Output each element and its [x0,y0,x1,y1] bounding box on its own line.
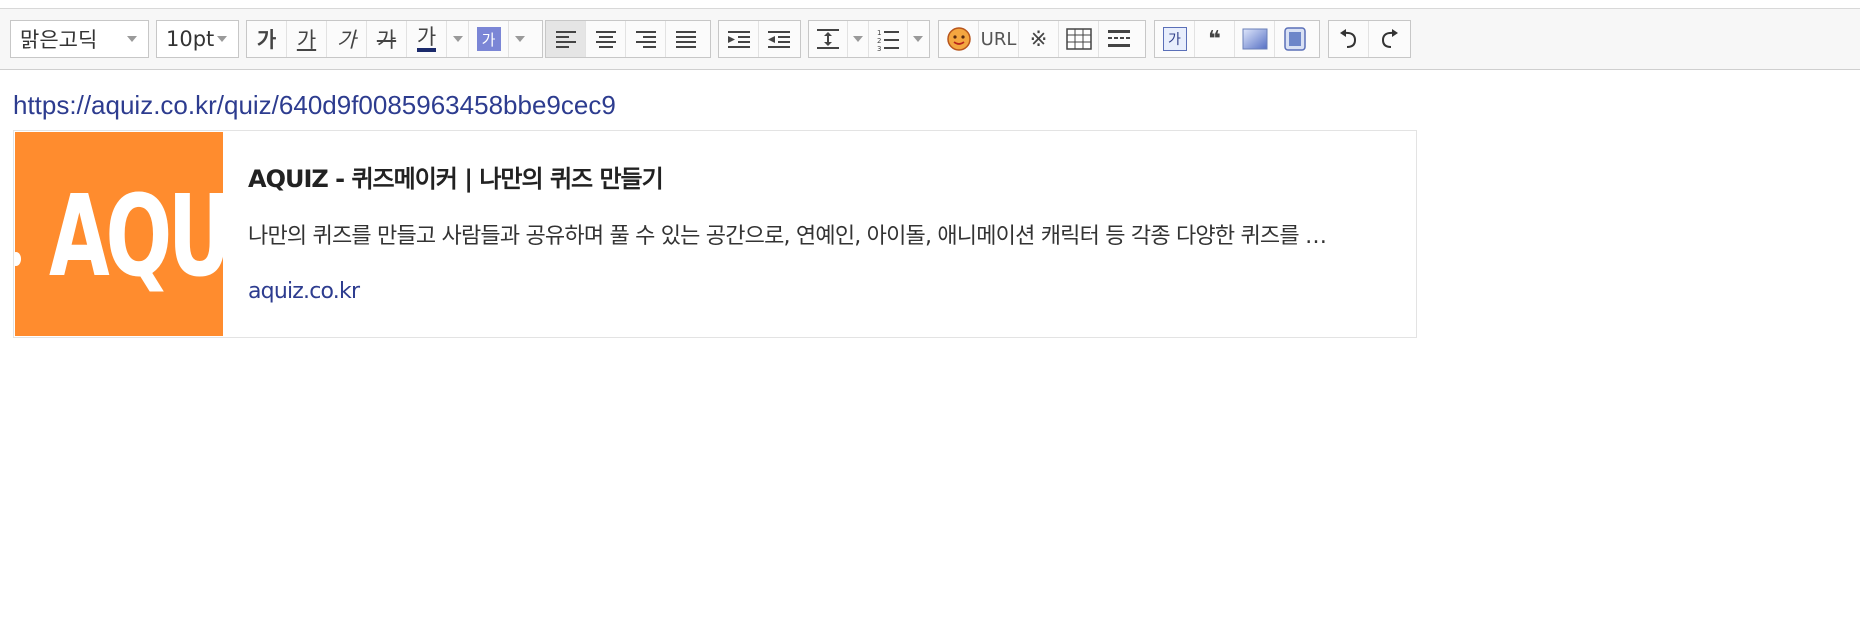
horizontal-rule-icon [1108,30,1130,47]
line-height-icon [816,29,839,49]
bg-color-icon: 가 [476,27,501,51]
link-preview-thumbnail: AQUI [15,132,223,336]
background-box-icon [1242,28,1267,50]
redo-icon [1381,29,1398,48]
undo-button[interactable] [1329,21,1369,57]
table-button[interactable] [1059,21,1099,57]
underline-icon: 가 [296,28,317,52]
page-box-button[interactable] [1275,21,1315,57]
align-left-icon [555,31,576,48]
text-style-group: 가 가 가 가 가 가 [246,20,543,58]
text-box-icon: 가 [1162,27,1187,51]
url-icon: URL [980,28,1017,50]
emoticon-icon [946,27,971,51]
font-color-dropdown[interactable] [447,21,469,57]
chevron-down-icon [852,36,863,42]
align-right-icon [635,31,656,48]
link-preview-domain: aquiz.co.kr [248,279,360,304]
align-justify-button[interactable] [666,21,706,57]
align-center-button[interactable] [586,21,626,57]
font-family-select[interactable]: 맑은고딕 [10,20,149,58]
insert-group: URL ※ [938,20,1146,58]
undo-icon [1339,29,1356,48]
box-group: 가 ❝ [1154,20,1320,58]
link-preview-title: AQUIZ - 퀴즈메이커 | 나만의 퀴즈 만들기 [248,165,664,193]
url-button[interactable]: URL [979,21,1019,57]
font-family-value: 맑은고딕 [20,28,98,52]
page-box-icon [1284,27,1306,51]
italic-icon: 가 [336,28,357,52]
bold-button[interactable]: 가 [247,21,287,57]
special-char-icon: ※ [1029,27,1048,51]
indent-group [718,20,801,58]
special-char-button[interactable]: ※ [1019,21,1059,57]
indent-icon [727,31,750,48]
spacing-list-group: 1 2 3 [808,20,930,58]
table-icon [1065,28,1092,50]
svg-text:3: 3 [877,45,881,51]
chevron-down-icon [913,36,924,42]
font-color-button[interactable]: 가 [407,21,447,57]
quote-icon: ❝ [1208,26,1221,52]
editor-toolbar: 맑은고딕 10pt 가 가 가 가 가 가 1 2 3 URL ※ 가 ❝ [0,9,1860,70]
numbered-list-dropdown[interactable] [908,21,929,57]
align-justify-icon [676,31,696,48]
svg-text:1: 1 [877,29,881,37]
pasted-url-link[interactable]: https://aquiz.co.kr/quiz/640d9f008596345… [13,90,616,121]
horizontal-rule-button[interactable] [1099,21,1139,57]
font-size-select[interactable]: 10pt [156,20,239,58]
align-right-button[interactable] [626,21,666,57]
thumbnail-logo-text: AQUI [49,172,223,302]
font-size-value: 10pt [166,27,215,51]
alignment-group [545,20,711,58]
emoticon-button[interactable] [939,21,979,57]
italic-button[interactable]: 가 [327,21,367,57]
outdent-button[interactable] [759,21,799,57]
numbered-list-button[interactable]: 1 2 3 [869,21,908,57]
thumbnail-mark [15,252,21,266]
line-height-button[interactable] [809,21,848,57]
chevron-down-icon [127,36,137,42]
svg-text:2: 2 [877,37,881,45]
quote-button[interactable]: ❝ [1195,21,1235,57]
underline-button[interactable]: 가 [287,21,327,57]
font-color-icon: 가 [416,26,437,52]
numbered-list-icon: 1 2 3 [877,29,899,51]
align-left-button[interactable] [546,21,586,57]
align-center-icon [595,31,616,48]
chevron-down-icon [515,36,525,42]
background-box-button[interactable] [1235,21,1275,57]
strikethrough-icon: 가 [376,28,397,52]
line-height-dropdown[interactable] [848,21,870,57]
chevron-down-icon [217,36,227,42]
history-group [1328,20,1411,58]
bg-color-button[interactable]: 가 [469,21,509,57]
redo-button[interactable] [1369,21,1409,57]
indent-button[interactable] [719,21,759,57]
strikethrough-button[interactable]: 가 [367,21,407,57]
link-preview-description: 나만의 퀴즈를 만들고 사람들과 공유하며 풀 수 있는 공간으로, 연예인, … [248,224,1327,249]
outdent-icon [768,31,790,48]
link-preview-card[interactable]: AQUI AQUIZ - 퀴즈메이커 | 나만의 퀴즈 만들기 나만의 퀴즈를 … [13,130,1417,338]
bold-icon: 가 [256,28,277,52]
chevron-down-icon [452,36,463,42]
text-box-button[interactable]: 가 [1155,21,1195,57]
bg-color-dropdown[interactable] [509,21,531,57]
